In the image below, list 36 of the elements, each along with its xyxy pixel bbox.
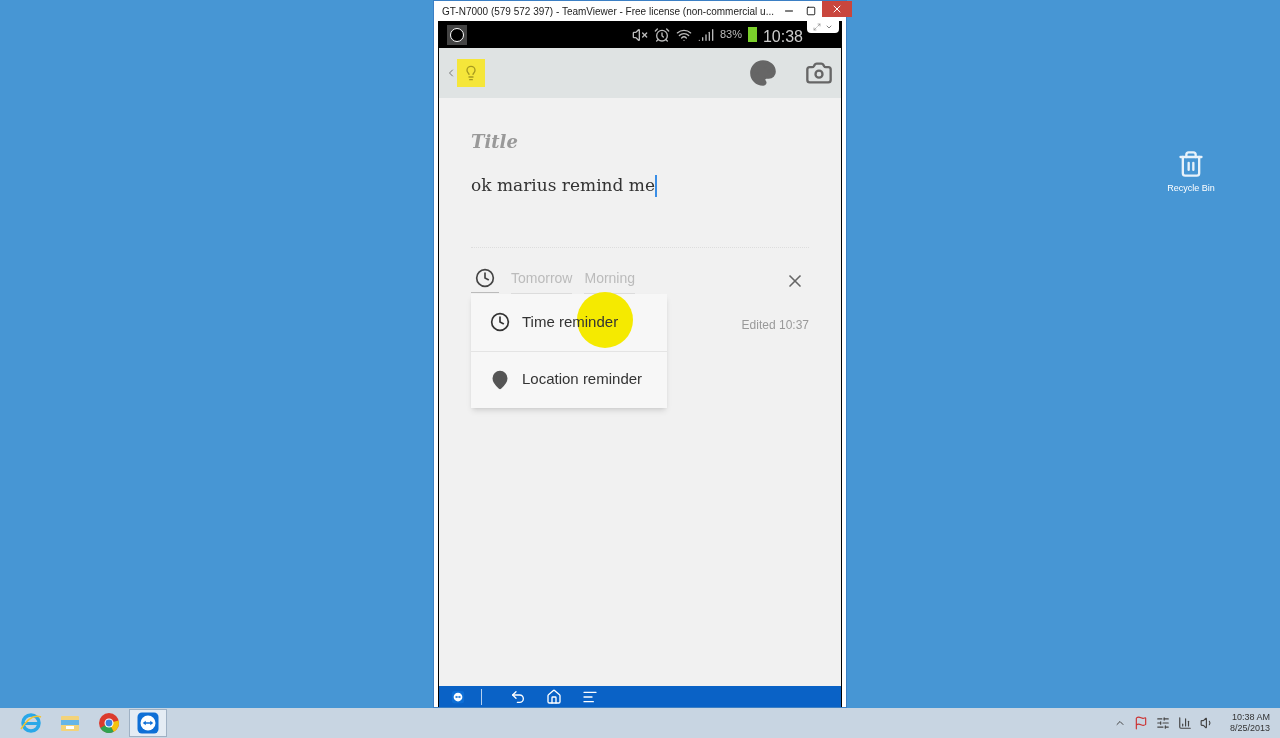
- clock-icon[interactable]: [475, 268, 495, 288]
- signal-icon: [697, 26, 714, 43]
- desktop-icon-label[interactable]: Recycle Bin: [1167, 182, 1215, 196]
- title-field[interactable]: Title: [471, 128, 809, 155]
- mute-icon: [631, 26, 648, 43]
- browser-e-icon: [19, 711, 43, 735]
- chevron-down-icon: [825, 23, 833, 31]
- keep-logo-icon: [457, 59, 485, 87]
- close-button[interactable]: [822, 1, 852, 17]
- home-icon[interactable]: [546, 688, 562, 705]
- maximize-icon: [806, 6, 816, 16]
- recycle-bin-icon[interactable]: [1177, 148, 1205, 180]
- devices-icon[interactable]: [1155, 716, 1170, 730]
- remote-control-icon: [447, 24, 467, 45]
- menu-item[interactable]: Location reminder: [471, 350, 667, 408]
- battery-icon: [747, 27, 757, 42]
- alarm-icon: [653, 26, 670, 43]
- network-icon[interactable]: [1177, 716, 1192, 730]
- clock-icon: [490, 312, 510, 332]
- note-body-field[interactable]: ok marius remind me: [471, 173, 655, 199]
- teamviewer-icon: [136, 711, 160, 735]
- tray-date: 8/25/2013: [1229, 723, 1270, 734]
- back-icon[interactable]: [510, 688, 526, 705]
- location-pin-icon: [490, 369, 510, 390]
- battery-level: 83%: [719, 27, 742, 43]
- edited-time: Edited 10:37: [741, 316, 809, 334]
- flag-icon[interactable]: [1133, 716, 1148, 730]
- window-title: GT-N7000 (579 572 397) - TeamViewer - Free license (non-commercial u...: [442, 4, 774, 19]
- chrome-icon: [97, 711, 121, 735]
- fullscreen-icon: [813, 23, 821, 31]
- toolbar-tab[interactable]: [807, 21, 839, 33]
- teamviewer-icon: [451, 689, 465, 704]
- taskbar-button[interactable]: [129, 709, 167, 737]
- tray-time: 10:38 AM: [1231, 712, 1270, 723]
- status-time: 10:38: [762, 26, 803, 47]
- close-icon: [831, 3, 843, 15]
